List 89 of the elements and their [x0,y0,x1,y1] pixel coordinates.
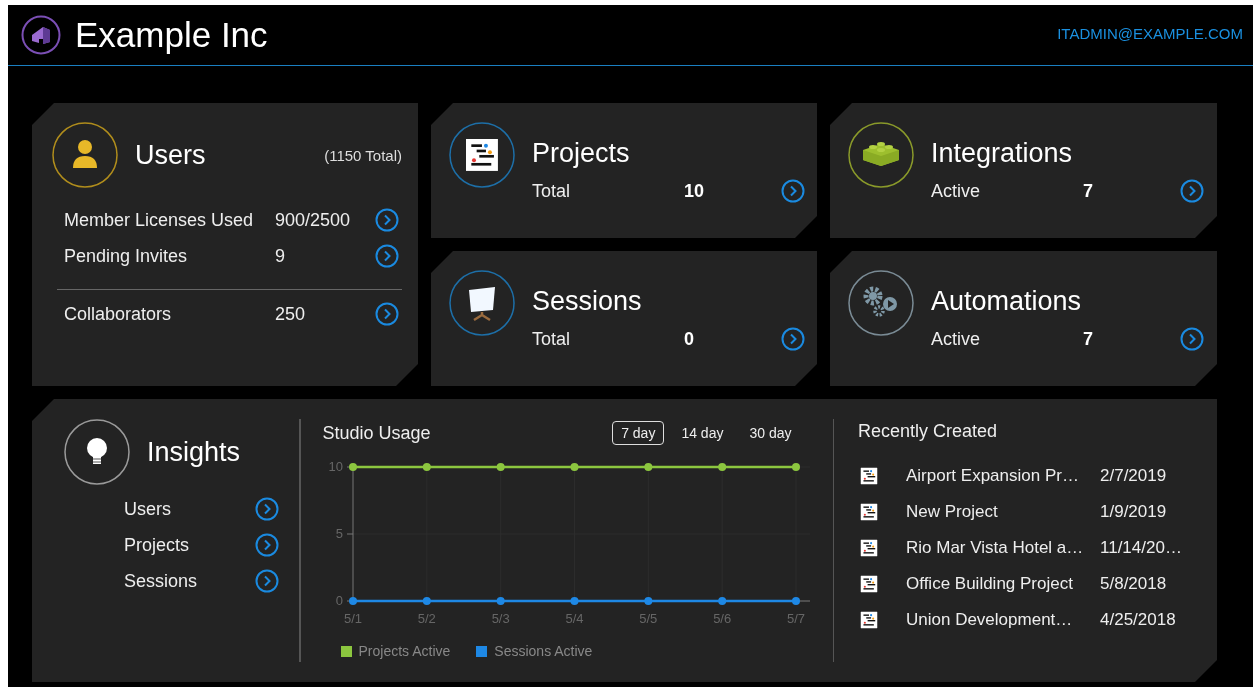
data-point [570,463,578,471]
brick-icon [848,122,914,188]
data-point [422,597,431,605]
go-button[interactable] [375,208,399,232]
data-point [791,597,800,605]
stat-label: Total [532,328,572,350]
insight-label: Sessions [124,570,198,592]
legend-label: Sessions Active [494,643,593,659]
axis-tick-label: 5/1 [343,611,362,626]
card-title: Automations [931,286,1083,317]
go-button[interactable] [781,179,805,203]
gantt-chart-icon [860,503,878,521]
go-button[interactable] [375,244,399,268]
stat-value: 7 [1083,180,1094,202]
axis-tick-label: 5/4 [564,611,584,626]
row-value: 250 [275,303,307,325]
stat-label: Active [931,328,982,350]
row-label: Collaborators [64,303,173,325]
card-title: Users [135,139,206,171]
project-name[interactable]: Union Development… [906,610,1100,630]
range-tab[interactable]: 30 day [740,421,801,445]
person-icon [52,122,118,188]
row-value: 9 [275,245,286,267]
go-button[interactable] [255,533,279,557]
data-point [422,463,431,471]
go-button[interactable] [1180,327,1204,351]
axis-tick-label: 5/2 [417,611,436,626]
axis-tick-label: 5 [335,526,343,541]
card-title: Integrations [931,138,1074,169]
axis-tick-label: 5/7 [786,611,805,626]
project-name[interactable]: Rio Mar Vista Hotel a… [906,538,1100,558]
go-button[interactable] [375,302,399,326]
data-point [496,463,505,471]
gantt-chart-icon [860,575,878,593]
stat-value: 10 [684,180,706,202]
gantt-chart-icon [860,467,878,485]
project-name[interactable]: Office Building Project [906,574,1100,594]
card-title: Sessions [532,286,643,317]
project-name[interactable]: Airport Expansion Pr… [906,466,1100,486]
project-date: 1/9/2019 [1100,502,1167,522]
axis-tick-label: 5/3 [491,611,510,626]
axis-tick-label: 5/6 [712,611,731,626]
gantt-chart-icon [860,539,878,557]
stat-value: 0 [684,328,695,350]
go-button[interactable] [1180,179,1204,203]
range-tab[interactable]: 14 day [672,421,733,445]
stat-value: 7 [1083,328,1094,350]
data-point [717,463,726,471]
axis-tick-label: 10 [328,459,343,474]
data-point [791,463,800,471]
project-name[interactable]: New Project [906,502,1100,522]
stat-label: Active [931,180,982,202]
data-point [570,597,578,605]
go-button[interactable] [255,569,279,593]
data-point [348,597,357,605]
axis-tick-label: 0 [335,593,343,608]
section-title: Recently Created [858,421,999,442]
row-label: Pending Invites [64,245,189,267]
data-point [643,597,652,605]
gantt-chart-icon [449,122,515,188]
card-title: Projects [532,138,631,169]
data-point [348,463,357,471]
easel-icon [449,270,515,336]
company-name: Example Inc [75,15,268,55]
lightbulb-icon [64,419,130,485]
go-button[interactable] [255,497,279,521]
row-value: 900/2500 [275,209,352,231]
data-point [643,463,652,471]
chart-title: Studio Usage [322,422,431,444]
project-date: 2/7/2019 [1100,466,1167,486]
stat-label: Total [532,180,572,202]
project-date: 4/25/2018 [1100,610,1176,630]
data-point [496,597,505,605]
row-label: Member Licenses Used [64,209,255,231]
axis-tick-label: 5/5 [638,611,657,626]
insight-label: Projects [124,534,190,556]
users-total: (1150 Total) [324,146,402,164]
range-tab[interactable]: 7 day [612,421,665,445]
insight-label: Users [124,498,171,520]
logo-icon [21,15,61,55]
project-date: 5/8/2018 [1100,574,1167,594]
user-email-link[interactable]: ITADMIN@EXAMPLE.COM [1057,24,1243,42]
go-button[interactable] [781,327,805,351]
project-date: 11/14/20… [1100,538,1182,558]
legend-label: Projects Active [358,643,451,659]
data-point [717,597,726,605]
gears-icon [848,270,914,336]
gantt-chart-icon [860,611,878,629]
card-title: Insights [147,436,241,468]
